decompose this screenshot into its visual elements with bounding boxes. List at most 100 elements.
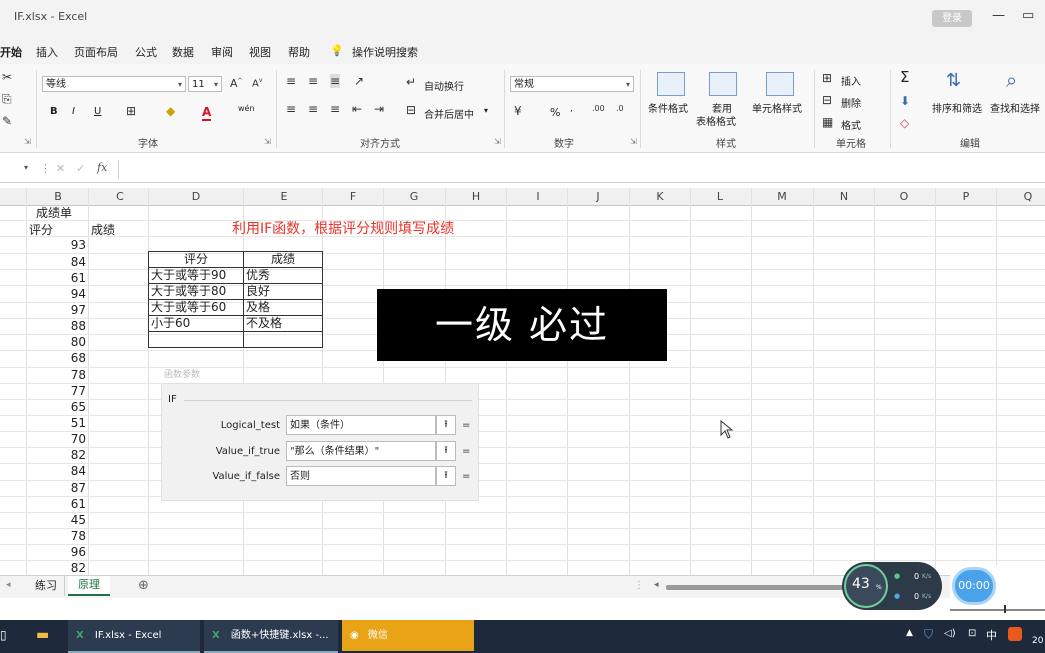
shrink-font-icon[interactable]: Av (252, 77, 262, 89)
taskbar-excel-if[interactable]: X IF.xlsx - Excel (68, 620, 200, 653)
italic-button[interactable]: I (72, 106, 75, 117)
sheet-tab-practice[interactable]: 练习 (28, 576, 65, 596)
font-name-select[interactable]: 等线 ▾ (42, 76, 186, 92)
score-cell[interactable]: 70 (40, 432, 86, 446)
rule-grade[interactable]: 及格 (243, 299, 323, 316)
security-shield-icon[interactable]: ⛉ (924, 627, 933, 642)
tab-insert[interactable]: 插入 (36, 44, 58, 60)
orientation-icon[interactable]: ↗ (354, 74, 364, 88)
autosum-icon[interactable]: Σ (900, 68, 909, 86)
score-cell[interactable]: 82 (40, 561, 86, 575)
col-header-o[interactable]: O (896, 190, 912, 203)
score-cell[interactable]: 78 (40, 368, 86, 382)
col-header-b[interactable]: B (50, 190, 66, 203)
clipboard-launcher-icon[interactable]: ⇲ (24, 137, 31, 146)
underline-button[interactable]: U (94, 106, 101, 117)
score-cell[interactable]: 87 (40, 481, 86, 495)
insert-cells-icon[interactable]: ⊞ (822, 71, 832, 85)
delete-cells-button[interactable]: 删除 (841, 95, 861, 110)
score-cell[interactable]: 97 (40, 303, 86, 317)
currency-icon[interactable]: ¥ (514, 104, 522, 118)
rules-header-score[interactable]: 评分 (148, 251, 244, 268)
rule-condition[interactable]: 大于或等于90 (148, 267, 244, 284)
input-language[interactable]: 中 (986, 627, 997, 643)
grade-header-cell[interactable]: 成绩 (91, 221, 115, 238)
restore-icon[interactable]: ▭ (1022, 8, 1034, 23)
formula-input[interactable] (118, 160, 1044, 179)
cell-styles-button[interactable]: 单元格样式 (752, 100, 802, 115)
cancel-icon[interactable]: ✕ (56, 162, 65, 175)
merge-dropdown-icon[interactable]: ▾ (484, 106, 488, 115)
conditional-format-icon[interactable] (657, 72, 685, 96)
rule-condition[interactable]: 大于或等于80 (148, 283, 244, 300)
recorder-progress-handle[interactable] (1004, 605, 1006, 613)
score-cell[interactable]: 61 (40, 497, 86, 511)
file-explorer-icon[interactable]: ▬ (36, 627, 49, 643)
show-hidden-icons-icon[interactable]: ▲ (906, 628, 913, 638)
tab-formulas[interactable]: 公式 (135, 44, 157, 60)
find-select-button[interactable]: 查找和选择 (990, 100, 1040, 115)
login-button[interactable]: 登录 (932, 10, 972, 27)
instruction-heading[interactable]: 利用IF函数，根据评分规则填写成绩 (232, 218, 454, 238)
insert-function-button[interactable]: fx (97, 161, 107, 174)
align-top-icon[interactable]: ≡ (286, 74, 296, 88)
add-sheet-button[interactable]: ⊕ (138, 578, 149, 593)
insert-cells-button[interactable]: 插入 (841, 73, 861, 88)
enter-icon[interactable]: ✓ (76, 162, 85, 175)
tab-page-layout[interactable]: 页面布局 (74, 44, 118, 60)
score-cell[interactable]: 45 (40, 513, 86, 527)
percent-button[interactable]: % (550, 106, 560, 119)
minimize-icon[interactable]: — (992, 8, 1005, 23)
find-select-icon[interactable]: ⌕ (1006, 68, 1017, 92)
merge-center-button[interactable]: 合并后居中 (424, 106, 474, 121)
name-box-dropdown-icon[interactable]: ▾ (24, 163, 28, 172)
border-icon[interactable]: ⊞ (126, 104, 136, 118)
score-cell[interactable]: 51 (40, 416, 86, 430)
col-header-j[interactable]: J (590, 190, 606, 203)
col-header-d[interactable]: D (188, 190, 204, 203)
collapse-dialog-icon[interactable]: ⭱ (436, 415, 456, 435)
comma-icon[interactable]: , (570, 104, 573, 114)
decrease-decimal-icon[interactable]: .0 (616, 104, 624, 113)
score-cell[interactable]: 96 (40, 545, 86, 559)
score-cell[interactable]: 93 (40, 238, 86, 252)
sort-filter-icon[interactable]: ⇅ (946, 70, 961, 91)
sheet-tab-principle[interactable]: 原理 (68, 576, 110, 596)
sort-filter-button[interactable]: 排序和筛选 (932, 100, 982, 115)
taskbar-excel-shortcuts[interactable]: X 函数+快捷键.xlsx -... (204, 620, 338, 653)
sheet-scroll-left-icon[interactable]: ◂ (6, 580, 11, 590)
decrease-indent-icon[interactable]: ⇤ (352, 102, 362, 116)
col-header-q[interactable]: Q (1020, 190, 1036, 203)
clock[interactable]: 20 (1032, 636, 1043, 646)
volume-icon[interactable]: ◁) (944, 628, 956, 639)
score-cell[interactable]: 88 (40, 319, 86, 333)
rule-grade[interactable]: 不及格 (243, 315, 323, 332)
recording-timer[interactable]: 00:00 (952, 567, 996, 605)
rule-condition[interactable] (148, 331, 244, 348)
number-launcher-icon[interactable]: ⇲ (630, 137, 637, 146)
cut-icon[interactable]: ✂ (2, 70, 12, 84)
tab-home[interactable]: 开始 (0, 44, 22, 60)
score-cell[interactable]: 65 (40, 400, 86, 414)
score-cell[interactable]: 82 (40, 448, 86, 462)
score-cell[interactable]: 80 (40, 335, 86, 349)
hscroll-left-icon[interactable]: ◂ (654, 580, 659, 590)
tab-view[interactable]: 视图 (249, 44, 271, 60)
col-header-f[interactable]: F (345, 190, 361, 203)
fill-icon[interactable]: ⬇ (900, 94, 910, 108)
taskbar-wechat[interactable]: ◉ 微信 (342, 620, 474, 651)
format-cells-button[interactable]: 格式 (841, 117, 861, 132)
clear-icon[interactable]: ◇ (900, 116, 909, 130)
score-cell[interactable]: 77 (40, 384, 86, 398)
conditional-format-button[interactable]: 条件格式 (648, 100, 688, 115)
horizontal-scrollbar[interactable] (666, 585, 846, 590)
col-header-g[interactable]: G (406, 190, 422, 203)
tell-me-search[interactable]: 操作说明搜索 (352, 44, 418, 60)
increase-indent-icon[interactable]: ⇥ (374, 102, 384, 116)
col-header-c[interactable]: C (112, 190, 128, 203)
score-cell[interactable]: 84 (40, 464, 86, 478)
collapse-dialog-icon[interactable]: ⭱ (436, 441, 456, 461)
col-header-i[interactable]: I (530, 190, 546, 203)
phonetic-icon[interactable]: wén (238, 104, 255, 113)
align-left-icon[interactable]: ≡ (286, 102, 296, 116)
